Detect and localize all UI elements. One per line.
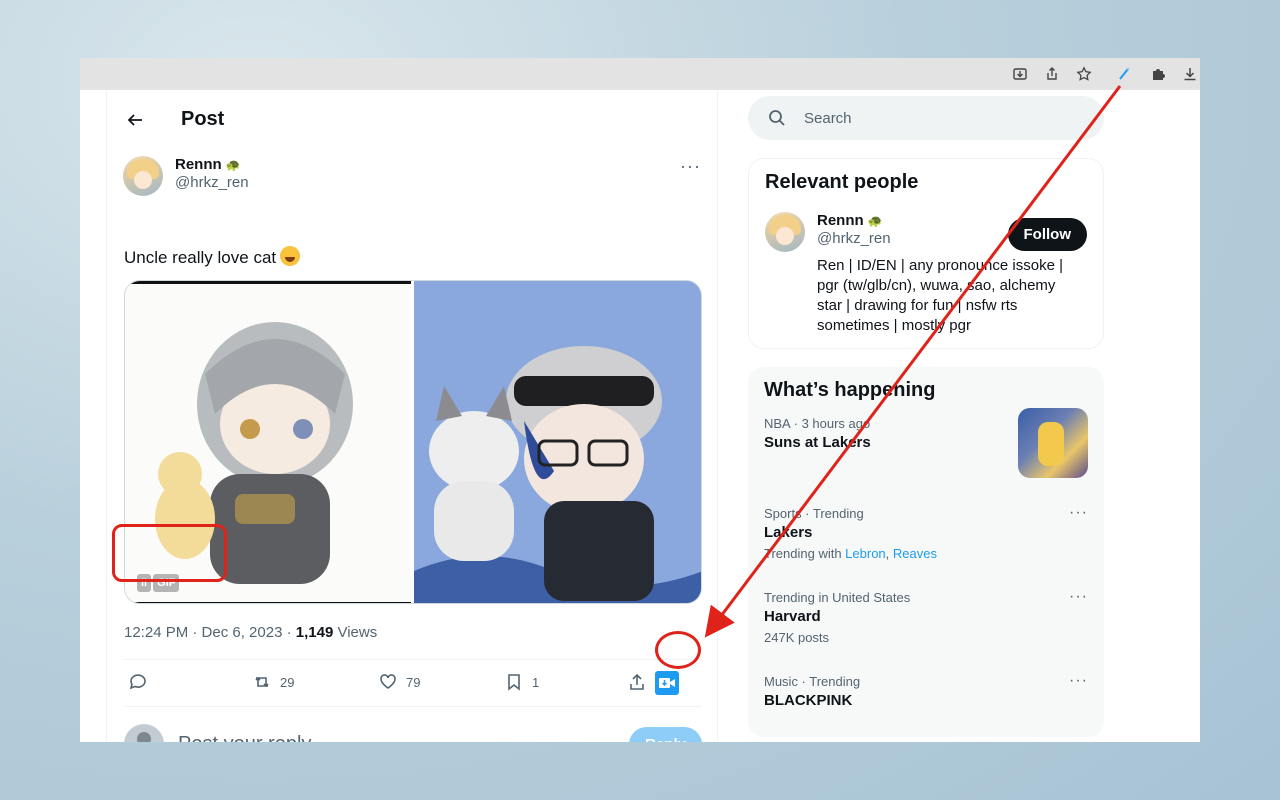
trend-sub-prefix: Trending with [764,546,846,561]
trend-title: BLACKPINK [764,692,853,709]
turtle-emoji-icon: 🐢 [867,213,883,228]
trend-meta: Sports · Trending [764,506,864,521]
person-bio: Ren | ID/EN | any pronounce issoke | pgr… [817,257,1063,334]
bookmark-star-icon[interactable] [1072,62,1096,86]
post-column: Post Rennn 🐢 @hrkz_ren ··· Uncle really l… [106,90,718,742]
save-page-icon[interactable] [1008,62,1032,86]
relevant-people-title: Relevant people [765,171,919,193]
gif-highlight-annotation [112,524,227,582]
search-placeholder: Search [804,109,852,127]
bookmark-action[interactable]: 1 [504,672,539,692]
relevant-person[interactable]: Rennn 🐢 @hrkz_ren Follow [765,212,1087,252]
video-download-button[interactable] [655,671,679,695]
trend-subtext: 247K posts [764,630,830,645]
rofl-emoji-icon [280,246,301,266]
trend-item[interactable]: Trending in United States Harvard 247K p… [764,588,1088,660]
trend-item[interactable]: Music · Trending BLACKPINK ··· [764,672,1088,709]
puzzle-icon[interactable] [1146,62,1170,86]
post-header: Post [125,108,224,131]
reply-input[interactable]: Post your reply [178,733,311,743]
author-name[interactable]: Rennn [175,156,222,173]
post-actions: 29 79 1 [124,659,702,707]
avatar[interactable] [765,212,805,252]
turtle-emoji-icon: 🐢 [225,157,241,172]
person-name[interactable]: Rennn [817,212,864,229]
trend-title: Harvard [764,608,821,625]
image-media[interactable] [414,281,701,603]
like-action[interactable]: 79 [378,672,420,692]
heart-icon [380,674,396,689]
share-icon[interactable] [1040,62,1064,86]
follow-button[interactable]: Follow [1007,218,1087,251]
search-input[interactable]: Search [748,96,1104,140]
back-arrow-icon[interactable] [125,110,145,130]
reply-action[interactable] [128,672,156,692]
chibi-image-illustration [414,281,701,603]
post-timestamp: 12:24 PM · Dec 6, 2023 · 1,149 Views [124,624,377,641]
post-author[interactable]: Rennn 🐢 @hrkz_ren [123,156,249,196]
tweet-text-content: Uncle really love cat [124,248,277,267]
author-handle[interactable]: @hrkz_ren [175,174,249,191]
download-icon[interactable] [1178,62,1200,86]
share-post-icon [630,673,644,690]
tweet-text: Uncle really love cat [124,246,301,268]
more-options-icon[interactable]: ··· [1069,588,1088,606]
more-options-icon[interactable]: ··· [1069,672,1088,690]
trend-link-lebron[interactable]: Lebron [845,546,885,561]
avatar[interactable] [123,156,163,196]
share-action[interactable] [627,672,655,692]
extension-icon[interactable] [1112,62,1136,86]
whats-happening-title: What’s happening [764,379,936,401]
views-label: Views [333,624,378,641]
search-icon [769,110,785,126]
trend-meta: Music · Trending [764,674,861,689]
retweet-icon [255,676,269,688]
timestamp-time[interactable]: 12:24 PM · Dec 6, 2023 · [124,624,296,641]
right-sidebar: Search Relevant people Rennn 🐢 @hrkz_ren … [748,90,1104,737]
trend-thumbnail [1018,408,1088,478]
bookmark-count: 1 [532,674,540,690]
trend-link-reaves[interactable]: Reaves [893,546,937,561]
reply-button[interactable]: Reply [629,726,702,742]
user-avatar [124,724,164,742]
page-title: Post [181,108,225,130]
relevant-people-card: Relevant people Rennn 🐢 @hrkz_ren Follow … [748,158,1104,349]
whats-happening-card: What’s happening NBA · 3 hours ago Suns … [748,367,1104,737]
trend-meta: Trending in United States [764,590,911,605]
more-options-icon[interactable]: ··· [1069,504,1088,522]
trend-title: Lakers [764,524,813,541]
browser-window: Post Rennn 🐢 @hrkz_ren ··· Uncle really l… [80,58,1200,742]
video-download-icon [659,678,675,688]
trend-item[interactable]: NBA · 3 hours ago Suns at Lakers [764,408,1088,492]
browser-toolbar [80,58,1200,90]
retweet-count: 29 [280,674,295,690]
video-button-highlight-annotation [655,631,701,669]
more-options-icon[interactable]: ··· [680,156,701,177]
person-handle[interactable]: @hrkz_ren [817,230,891,247]
retweet-action[interactable]: 29 [252,672,294,692]
like-count: 79 [406,674,421,690]
trend-item[interactable]: Sports · Trending Lakers Trending with L… [764,504,1088,576]
reply-icon [129,674,146,690]
views-count: 1,149 [295,624,334,641]
trend-subtext: Trending with Lebron, Reaves [764,546,937,561]
reply-composer: Post your reply Reply [124,724,702,742]
bookmark-icon [508,674,520,691]
